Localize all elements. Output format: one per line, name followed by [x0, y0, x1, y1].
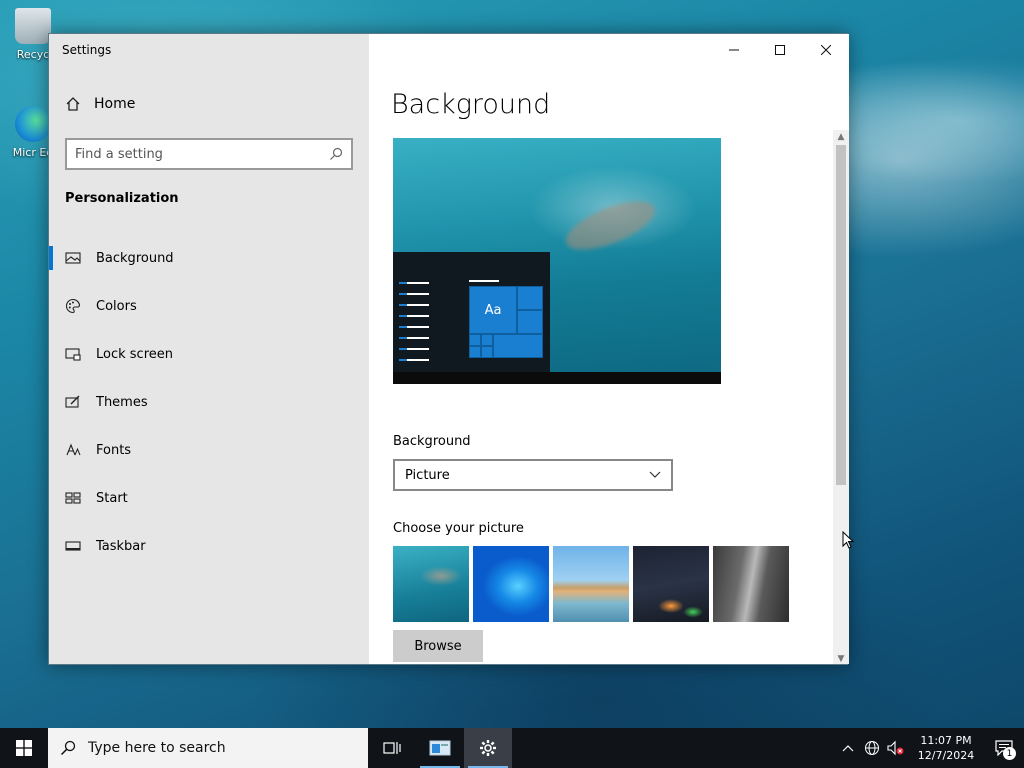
preview-tile [481, 334, 493, 346]
home-label: Home [94, 96, 136, 112]
home-link[interactable]: Home [65, 96, 135, 112]
picture-thumbnail-underwater[interactable] [393, 546, 469, 622]
section-heading: Personalization [65, 191, 179, 206]
preview-app-list [399, 282, 429, 370]
taskbar-search-placeholder: Type here to search [88, 740, 226, 756]
background-preview: Aa [393, 138, 721, 384]
chevron-down-icon [649, 471, 661, 478]
settings-sidebar: Settings Home Personalization Background… [49, 34, 369, 664]
windows-logo-icon [16, 740, 32, 756]
network-button[interactable] [860, 728, 884, 768]
minimize-button[interactable] [711, 34, 757, 66]
sidebar-item-start[interactable]: Start [49, 474, 369, 522]
settings-content: Background Aa Background Picture Choose … [369, 34, 849, 664]
settings-window: Settings Home Personalization Background… [48, 33, 849, 665]
picture-thumbnails [393, 546, 789, 622]
sidebar-item-label: Start [96, 490, 128, 506]
gear-icon [480, 740, 496, 756]
scroll-up-icon[interactable]: ▲ [833, 130, 849, 144]
sidebar-item-fonts[interactable]: Fonts [49, 426, 369, 474]
personalization-nav: Background Colors Lock screen Themes Fon… [49, 234, 369, 570]
task-view-button[interactable] [368, 728, 416, 768]
window-title: Settings [62, 43, 112, 57]
background-type-value: Picture [405, 467, 450, 483]
edge-icon [15, 106, 51, 142]
preview-tile [517, 310, 543, 334]
notification-count-badge: 1 [1003, 747, 1016, 760]
background-type-label: Background [393, 434, 471, 449]
preview-tile-header [469, 280, 499, 282]
find-setting-input[interactable] [75, 146, 329, 162]
minimize-icon [729, 49, 739, 51]
clock-date: 12/7/2024 [917, 749, 975, 762]
picture-icon [65, 252, 81, 264]
taskbar-icon [65, 541, 81, 551]
chevron-up-icon [842, 745, 854, 752]
sidebar-item-background[interactable]: Background [49, 234, 369, 282]
sidebar-item-label: Colors [96, 298, 137, 314]
taskbar: Type here to search 11:07 PM 12/7/2024 1 [0, 728, 1024, 768]
sidebar-item-taskbar[interactable]: Taskbar [49, 522, 369, 570]
recycle-bin-icon [15, 8, 51, 44]
preview-taskbar [393, 372, 721, 384]
preview-tile [493, 334, 543, 358]
system-tray: 11:07 PM 12/7/2024 1 [836, 728, 1024, 768]
mouse-cursor-icon [842, 531, 854, 549]
maximize-icon [775, 45, 785, 55]
speaker-muted-icon [887, 740, 904, 756]
preview-tile [517, 286, 543, 310]
sidebar-item-label: Lock screen [96, 346, 173, 362]
lock-screen-icon [65, 348, 81, 361]
find-setting-search[interactable] [65, 138, 353, 170]
maximize-button[interactable] [757, 34, 803, 66]
home-icon [66, 97, 80, 111]
preview-tile [469, 334, 481, 346]
close-icon [821, 45, 831, 55]
search-icon [60, 740, 76, 756]
sidebar-item-colors[interactable]: Colors [49, 282, 369, 330]
sidebar-item-label: Themes [96, 394, 148, 410]
choose-picture-label: Choose your picture [393, 521, 524, 536]
task-view-icon [383, 742, 401, 754]
taskbar-clock[interactable]: 11:07 PM 12/7/2024 [908, 733, 984, 763]
taskbar-app-settings[interactable] [464, 728, 512, 768]
taskbar-app-explorer[interactable] [416, 728, 464, 768]
show-hidden-icons-button[interactable] [836, 728, 860, 768]
start-button[interactable] [0, 728, 48, 768]
picture-thumbnail-beach[interactable] [553, 546, 629, 622]
taskbar-search-box[interactable]: Type here to search [48, 728, 368, 768]
preview-tile [481, 346, 493, 358]
sidebar-item-label: Taskbar [96, 538, 146, 554]
browse-button[interactable]: Browse [393, 630, 483, 662]
preview-tile [469, 346, 481, 358]
app-window-icon [429, 740, 451, 756]
preview-diver [559, 191, 662, 260]
sidebar-item-label: Background [96, 250, 174, 266]
content-scrollbar[interactable]: ▲ ▼ [833, 130, 849, 664]
desktop-icon-label: Recyc [16, 48, 50, 61]
preview-start-menu: Aa [393, 252, 550, 372]
palette-icon [65, 298, 81, 314]
themes-icon [65, 395, 80, 408]
fonts-icon [66, 443, 81, 456]
preview-tile-main: Aa [469, 286, 517, 334]
volume-button[interactable] [884, 728, 908, 768]
scrollbar-thumb[interactable] [836, 145, 846, 485]
picture-thumbnail-waterfall[interactable] [713, 546, 789, 622]
close-button[interactable] [803, 34, 849, 66]
sidebar-item-label: Fonts [96, 442, 132, 458]
scroll-down-icon[interactable]: ▼ [833, 652, 849, 664]
sidebar-item-lock-screen[interactable]: Lock screen [49, 330, 369, 378]
sidebar-item-themes[interactable]: Themes [49, 378, 369, 426]
window-controls [711, 34, 849, 66]
search-icon [330, 147, 343, 160]
globe-network-icon [865, 741, 879, 755]
clock-time: 11:07 PM [920, 734, 972, 747]
action-center-button[interactable]: 1 [984, 728, 1024, 768]
page-title: Background [391, 89, 551, 120]
picture-thumbnail-windows[interactable] [473, 546, 549, 622]
start-icon [65, 492, 81, 504]
background-type-dropdown[interactable]: Picture [393, 459, 673, 491]
picture-thumbnail-night-sky[interactable] [633, 546, 709, 622]
